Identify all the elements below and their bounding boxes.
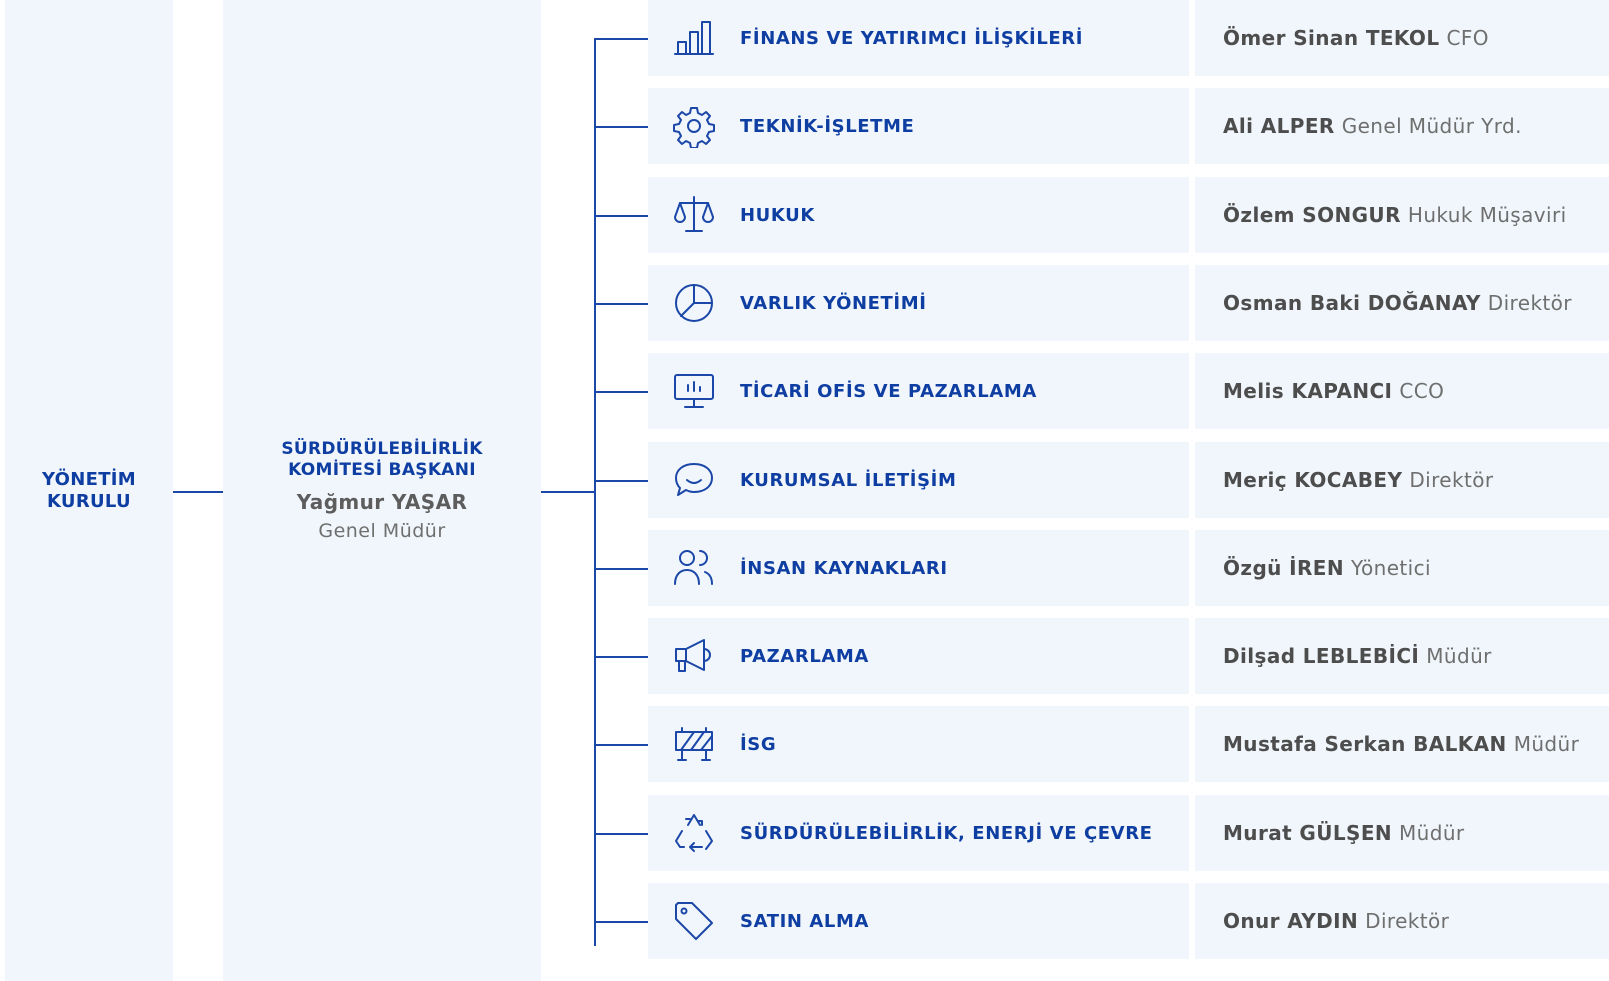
connector-branch xyxy=(594,921,648,923)
department-label: KURUMSAL İLETİŞİM xyxy=(740,469,957,491)
connector-branch xyxy=(594,480,648,482)
person-box: Onur AYDIN Direktör xyxy=(1195,883,1609,959)
department-label: İNSAN KAYNAKLARI xyxy=(740,557,948,579)
megaphone-icon xyxy=(672,634,716,678)
connector-branch xyxy=(594,126,648,128)
department-label: SATIN ALMA xyxy=(740,910,870,932)
department-label: TEKNİK-İŞLETME xyxy=(740,115,915,137)
person-box: Özgü İREN Yönetici xyxy=(1195,530,1609,606)
person-name: Ömer Sinan TEKOL xyxy=(1223,26,1440,50)
department-label: HUKUK xyxy=(740,204,815,226)
barrier-icon xyxy=(672,722,716,766)
department-label: VARLIK YÖNETİMİ xyxy=(740,292,927,314)
person-role: Müdür xyxy=(1513,732,1580,756)
connector-chair-trunk xyxy=(541,491,595,493)
department-box: VARLIK YÖNETİMİ xyxy=(648,265,1189,341)
tag-icon xyxy=(672,899,716,943)
department-box: İNSAN KAYNAKLARI xyxy=(648,530,1189,606)
department-box: SATIN ALMA xyxy=(648,883,1189,959)
person-name: Dilşad LEBLEBİCİ xyxy=(1223,644,1420,668)
person-role: Direktör xyxy=(1487,291,1572,315)
department-box: TİCARİ OFİS VE PAZARLAMA xyxy=(648,353,1189,429)
users-icon xyxy=(672,546,716,590)
department-label: FİNANS VE YATIRIMCI İLİŞKİLERİ xyxy=(740,27,1084,49)
department-label: TİCARİ OFİS VE PAZARLAMA xyxy=(740,380,1037,402)
department-box: HUKUK xyxy=(648,177,1189,253)
person-role: Genel Müdür Yrd. xyxy=(1341,114,1522,138)
person-box: Mustafa Serkan BALKAN Müdür xyxy=(1195,706,1609,782)
person-name: Onur AYDIN xyxy=(1223,909,1359,933)
person-box: Ali ALPER Genel Müdür Yrd. xyxy=(1195,88,1609,164)
board-title: YÖNETİM KURULU xyxy=(41,468,137,512)
recycle-icon xyxy=(672,811,716,855)
person-name: Osman Baki DOĞANAY xyxy=(1223,291,1481,315)
person-name: Melis KAPANCI xyxy=(1223,379,1393,403)
department-box: PAZARLAMA xyxy=(648,618,1189,694)
person-role: Direktör xyxy=(1409,468,1494,492)
chair-title: SÜRDÜRÜLEBİLİRLİK KOMİTESİ BAŞKANI xyxy=(281,439,483,480)
bar-chart-icon xyxy=(672,16,716,60)
chair-role: Genel Müdür xyxy=(318,520,446,542)
chair-name: Yağmur YAŞAR xyxy=(296,490,468,514)
person-box: Özlem SONGUR Hukuk Müşaviri xyxy=(1195,177,1609,253)
person-box: Meriç KOCABEY Direktör xyxy=(1195,442,1609,518)
person-box: Melis KAPANCI CCO xyxy=(1195,353,1609,429)
chat-bubble-icon xyxy=(672,458,716,502)
connector-branch xyxy=(594,303,648,305)
person-role: Hukuk Müşaviri xyxy=(1407,203,1567,227)
connector-board-chair xyxy=(173,491,225,493)
connector-branch xyxy=(594,744,648,746)
person-role: Müdür xyxy=(1399,821,1465,845)
monitor-chart-icon xyxy=(672,369,716,413)
department-label: PAZARLAMA xyxy=(740,645,869,667)
person-name: Ali ALPER xyxy=(1223,114,1335,138)
department-label: İSG xyxy=(740,733,777,755)
person-role: Müdür xyxy=(1426,644,1492,668)
connector-branch xyxy=(594,215,648,217)
person-box: Murat GÜLŞEN Müdür xyxy=(1195,795,1609,871)
connector-branch xyxy=(594,391,648,393)
chair-panel: SÜRDÜRÜLEBİLİRLİK KOMİTESİ BAŞKANI Yağmu… xyxy=(223,0,541,981)
person-name: Murat GÜLŞEN xyxy=(1223,821,1393,845)
department-box: SÜRDÜRÜLEBİLİRLİK, ENERJİ VE ÇEVRE xyxy=(648,795,1189,871)
person-box: Osman Baki DOĞANAY Direktör xyxy=(1195,265,1609,341)
connector-branch xyxy=(594,568,648,570)
department-label: SÜRDÜRÜLEBİLİRLİK, ENERJİ VE ÇEVRE xyxy=(740,822,1153,844)
board-panel: YÖNETİM KURULU xyxy=(5,0,173,981)
person-name: Özgü İREN xyxy=(1223,556,1345,580)
department-box: TEKNİK-İŞLETME xyxy=(648,88,1189,164)
person-name: Meriç KOCABEY xyxy=(1223,468,1403,492)
connector-trunk xyxy=(594,38,596,946)
person-role: Yönetici xyxy=(1351,556,1431,580)
department-box: KURUMSAL İLETİŞİM xyxy=(648,442,1189,518)
scales-icon xyxy=(672,193,716,237)
person-role: CCO xyxy=(1399,379,1445,403)
person-box: Dilşad LEBLEBİCİ Müdür xyxy=(1195,618,1609,694)
gear-icon xyxy=(672,104,716,148)
person-name: Mustafa Serkan BALKAN xyxy=(1223,732,1507,756)
person-box: Ömer Sinan TEKOL CFO xyxy=(1195,0,1609,76)
connector-branch xyxy=(594,656,648,658)
connector-branch xyxy=(594,833,648,835)
department-box: FİNANS VE YATIRIMCI İLİŞKİLERİ xyxy=(648,0,1189,76)
connector-branch xyxy=(594,38,648,40)
pie-chart-icon xyxy=(672,281,716,325)
department-box: İSG xyxy=(648,706,1189,782)
person-name: Özlem SONGUR xyxy=(1223,203,1401,227)
person-role: Direktör xyxy=(1365,909,1450,933)
person-role: CFO xyxy=(1446,26,1489,50)
